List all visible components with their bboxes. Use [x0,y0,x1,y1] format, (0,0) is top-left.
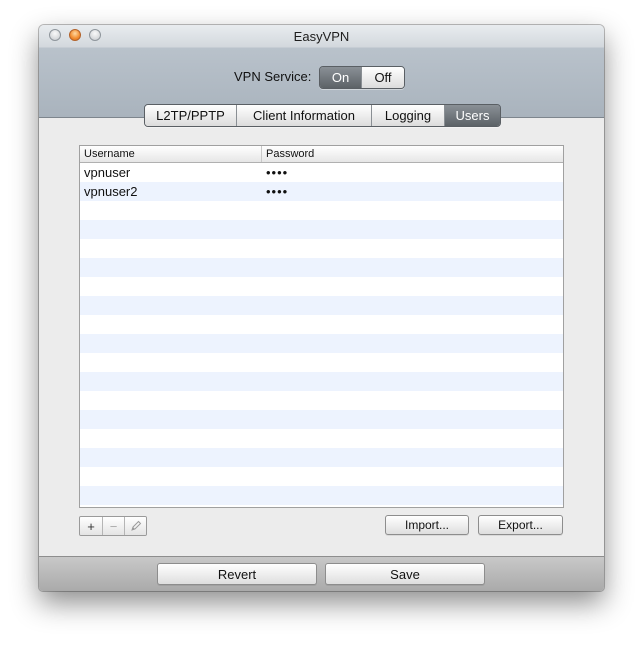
remove-user-button[interactable]: − [102,517,124,535]
save-button[interactable]: Save [325,563,485,585]
revert-button[interactable]: Revert [157,563,317,585]
vpn-off-button[interactable]: Off [361,67,404,88]
bottom-bar: Revert Save [39,556,604,591]
import-button[interactable]: Import... [385,515,469,535]
vpn-service-label: VPN Service: [234,69,312,84]
vpn-service-toggle[interactable]: On Off [319,66,405,89]
tab-users[interactable]: Users [444,105,500,126]
users-table[interactable]: Username Password vpnuser •••• vpnuser2 … [79,145,564,508]
table-body: vpnuser •••• vpnuser2 •••• [80,163,563,505]
tab-client-information[interactable]: Client Information [236,105,371,126]
toolbar: EasyVPN VPN Service: On Off L2TP/PPTP Cl… [39,25,604,127]
password-cell: •••• [266,165,289,180]
export-button[interactable]: Export... [478,515,563,535]
app-window: EasyVPN VPN Service: On Off L2TP/PPTP Cl… [39,25,604,591]
window-title: EasyVPN [293,29,350,44]
empty-row [80,429,563,448]
username-cell: vpnuser2 [84,184,138,199]
table-header: Username Password [80,146,563,163]
empty-row [80,296,563,315]
empty-row [80,467,563,486]
empty-row [80,201,563,220]
vpn-on-button[interactable]: On [320,67,361,88]
username-cell: vpnuser [84,165,131,180]
plus-icon: + [87,518,95,534]
empty-row [80,315,563,334]
empty-row [80,372,563,391]
empty-row [80,486,563,505]
empty-row [80,334,563,353]
empty-row [80,258,563,277]
column-header-password[interactable]: Password [262,146,563,162]
tab-bar: L2TP/PPTP Client Information Logging Use… [144,104,501,127]
edit-user-button[interactable] [124,517,146,535]
empty-row [80,391,563,410]
empty-row [80,239,563,258]
pencil-icon [130,520,141,531]
empty-row [80,277,563,296]
table-row[interactable]: vpnuser2 •••• [80,182,563,201]
tab-l2tp-pptp[interactable]: L2TP/PPTP [145,105,236,126]
table-edit-controls: + − [79,516,147,536]
table-row[interactable]: vpnuser •••• [80,163,563,182]
add-user-button[interactable]: + [80,517,102,535]
tab-logging[interactable]: Logging [371,105,444,126]
minus-icon: − [109,518,118,534]
empty-row [80,448,563,467]
password-cell: •••• [266,184,289,199]
column-header-username[interactable]: Username [80,146,262,162]
empty-row [80,220,563,239]
empty-row [80,353,563,372]
empty-row [80,410,563,429]
